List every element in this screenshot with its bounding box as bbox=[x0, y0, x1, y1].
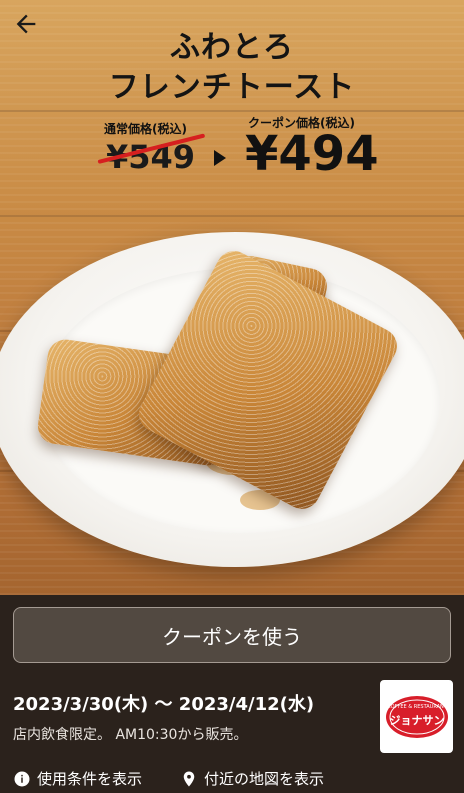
brand-logo: COFFEE & RESTAURANT ジョナサン bbox=[380, 680, 453, 753]
logo-small-text: COFFEE & RESTAURANT bbox=[387, 704, 448, 710]
coupon-screen: ふわとろ フレンチトースト 通常価格(税込) ¥549 クーポン価格(税込) ¥… bbox=[0, 0, 464, 793]
map-pin-icon bbox=[183, 771, 195, 786]
usage-note: 店内飲食限定。 AM10:30から販売。 bbox=[13, 727, 248, 743]
wood-grain bbox=[0, 215, 464, 217]
map-link-label: 付近の地図を表示 bbox=[204, 770, 325, 788]
jonathan-logo-icon: COFFEE & RESTAURANT ジョナサン bbox=[385, 695, 448, 738]
terms-link[interactable]: 使用条件を表示 bbox=[13, 768, 142, 789]
info-circle-icon bbox=[14, 771, 30, 786]
triangle-arrow-icon bbox=[214, 150, 226, 166]
map-link[interactable]: 付近の地図を表示 bbox=[180, 768, 324, 789]
hero-image: ふわとろ フレンチトースト 通常価格(税込) ¥549 クーポン価格(税込) ¥… bbox=[0, 0, 464, 595]
product-title-line2: フレンチトースト bbox=[108, 70, 356, 105]
use-coupon-button[interactable]: クーポンを使う bbox=[13, 607, 451, 663]
logo-brand-text: ジョナサン bbox=[389, 714, 444, 727]
terms-link-label: 使用条件を表示 bbox=[37, 770, 143, 788]
product-title-line1: ふわとろ bbox=[170, 30, 294, 65]
wood-grain bbox=[0, 110, 464, 112]
regular-price-label: 通常価格(税込) bbox=[104, 122, 187, 136]
coupon-price: ¥494 bbox=[245, 126, 379, 182]
valid-period: 2023/3/30(木) 〜 2023/4/12(水) bbox=[13, 694, 315, 715]
